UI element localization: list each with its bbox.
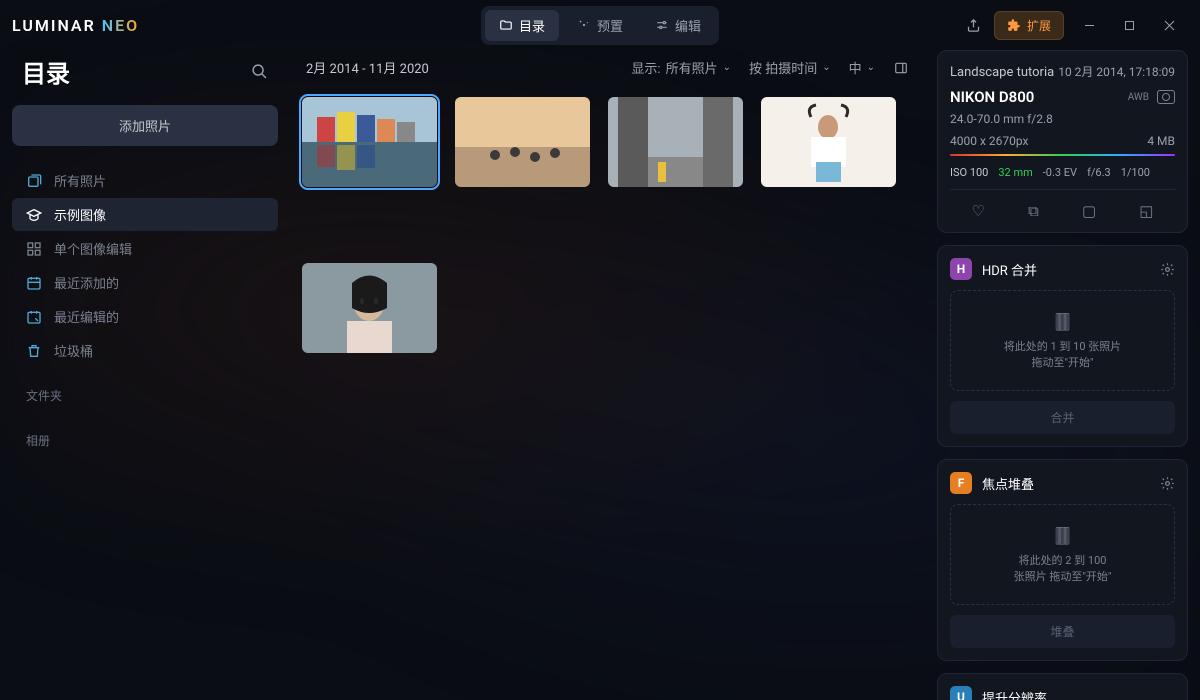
panel-icon [893,61,909,75]
focus-icon: F [950,472,972,494]
trash-icon [26,343,42,359]
grid-icon [26,241,42,257]
maximize-button[interactable] [1112,10,1148,40]
rotate-button[interactable]: ◱ [1139,202,1153,220]
copy-button[interactable]: ⧉ [1028,202,1039,220]
photo-thumbnail[interactable] [302,97,437,187]
focus-stack-button[interactable]: 堆叠 [950,615,1175,648]
view-mode-toggle[interactable] [893,61,909,75]
sort-dropdown[interactable]: 按 拍摄时间 ⌄ [749,58,831,77]
hdr-merge-panel: H HDR 合并 🀫 将此处的 1 到 10 张照片 拖动至"开始" 合并 [937,245,1188,447]
photo-thumbnail[interactable] [608,97,743,187]
folders-section-label: 文件夹 [12,367,278,412]
shutter-speed: 1/100 [1121,166,1150,179]
chevron-down-icon: ⌄ [723,62,731,73]
photo-thumbnail[interactable] [761,97,896,187]
focus-drop-zone[interactable]: 🀫 将此处的 2 到 100 张照片 拖动至"开始" [950,504,1175,605]
maximize-icon [1124,20,1135,31]
histogram-bar [950,154,1175,156]
camera-model: NIKON D800 [950,88,1034,106]
add-photos-button[interactable]: 添加照片 [12,105,278,146]
page-title: 目录 [22,54,70,89]
date-range: 2月 2014 - 11月 2020 [306,58,429,77]
share-icon [966,18,981,33]
nav-recent-added[interactable]: 最近添加的 [12,266,278,299]
share-button[interactable] [958,10,990,40]
chevron-down-icon: ⌄ [867,62,875,73]
hdr-drop-zone[interactable]: 🀫 将此处的 1 到 10 张照片 拖动至"开始" [950,290,1175,391]
gear-icon[interactable] [1160,262,1175,277]
favorite-button[interactable]: ♡ [972,202,985,220]
stack-icon [26,173,42,189]
crop-button[interactable]: ▢ [1082,202,1096,220]
photo-thumbnail[interactable] [455,97,590,187]
clock-add-icon [26,275,42,291]
thumbnail-size[interactable]: 中 ⌄ [849,58,875,77]
upscale-panel: U 提升分辨率 [937,673,1188,700]
graduation-icon [26,207,42,223]
nav-sample-images[interactable]: 示例图像 [12,198,278,231]
clock-edit-icon [26,309,42,325]
images-icon: 🀫 [961,525,1164,546]
focus-stack-panel: F 焦点堆叠 🀫 将此处的 2 到 100 张照片 拖动至"开始" 堆叠 [937,459,1188,661]
close-button[interactable] [1152,10,1188,40]
camera-icon [1157,90,1175,104]
albums-section-label: 相册 [12,412,278,457]
tab-edit[interactable]: 编辑 [641,10,715,41]
datetime: 10 2月 2014, 17:18:09 [1058,63,1175,80]
hdr-merge-button[interactable]: 合并 [950,401,1175,434]
minimize-icon [1084,20,1095,31]
minimize-button[interactable] [1072,10,1108,40]
exposure-compensation: -0.3 EV [1043,166,1077,179]
nav-trash[interactable]: 垃圾桶 [12,334,278,367]
extensions-button[interactable]: 扩展 [994,11,1064,40]
search-icon[interactable] [251,63,268,80]
photo-info-panel: Landscape tutoria 10 2月 2014, 17:18:09 N… [937,50,1188,233]
hdr-icon: H [950,258,972,280]
folder-icon [499,18,513,32]
nav-recent-edited[interactable]: 最近编辑的 [12,300,278,333]
nav-single-edit[interactable]: 单个图像编辑 [12,232,278,265]
sparkle-icon [577,18,591,32]
iso: ISO 100 [950,166,988,179]
puzzle-icon [1007,18,1021,32]
white-balance: AWB [1128,92,1149,103]
gear-icon[interactable] [1160,476,1175,491]
dimensions: 4000 x 2670px [950,134,1028,148]
chevron-down-icon: ⌄ [822,62,830,73]
close-icon [1164,20,1175,31]
tab-presets[interactable]: 预置 [563,10,637,41]
filesize: 4 MB [1147,134,1175,148]
aperture: f/6.3 [1087,166,1111,179]
app-logo: LUMINAR NEO [12,16,139,35]
sliders-icon [655,18,669,32]
filename: Landscape tutoria [950,65,1054,80]
photo-thumbnail[interactable] [302,263,437,353]
tab-catalog[interactable]: 目录 [485,10,559,41]
lens-info: 24.0-70.0 mm f/2.8 [950,112,1175,126]
images-icon: 🀫 [961,311,1164,332]
show-filter[interactable]: 显示: 所有照片 ⌄ [631,58,731,77]
focal-length: 32 mm [998,166,1032,179]
nav-all-photos[interactable]: 所有照片 [12,164,278,197]
upscale-icon: U [950,686,972,700]
